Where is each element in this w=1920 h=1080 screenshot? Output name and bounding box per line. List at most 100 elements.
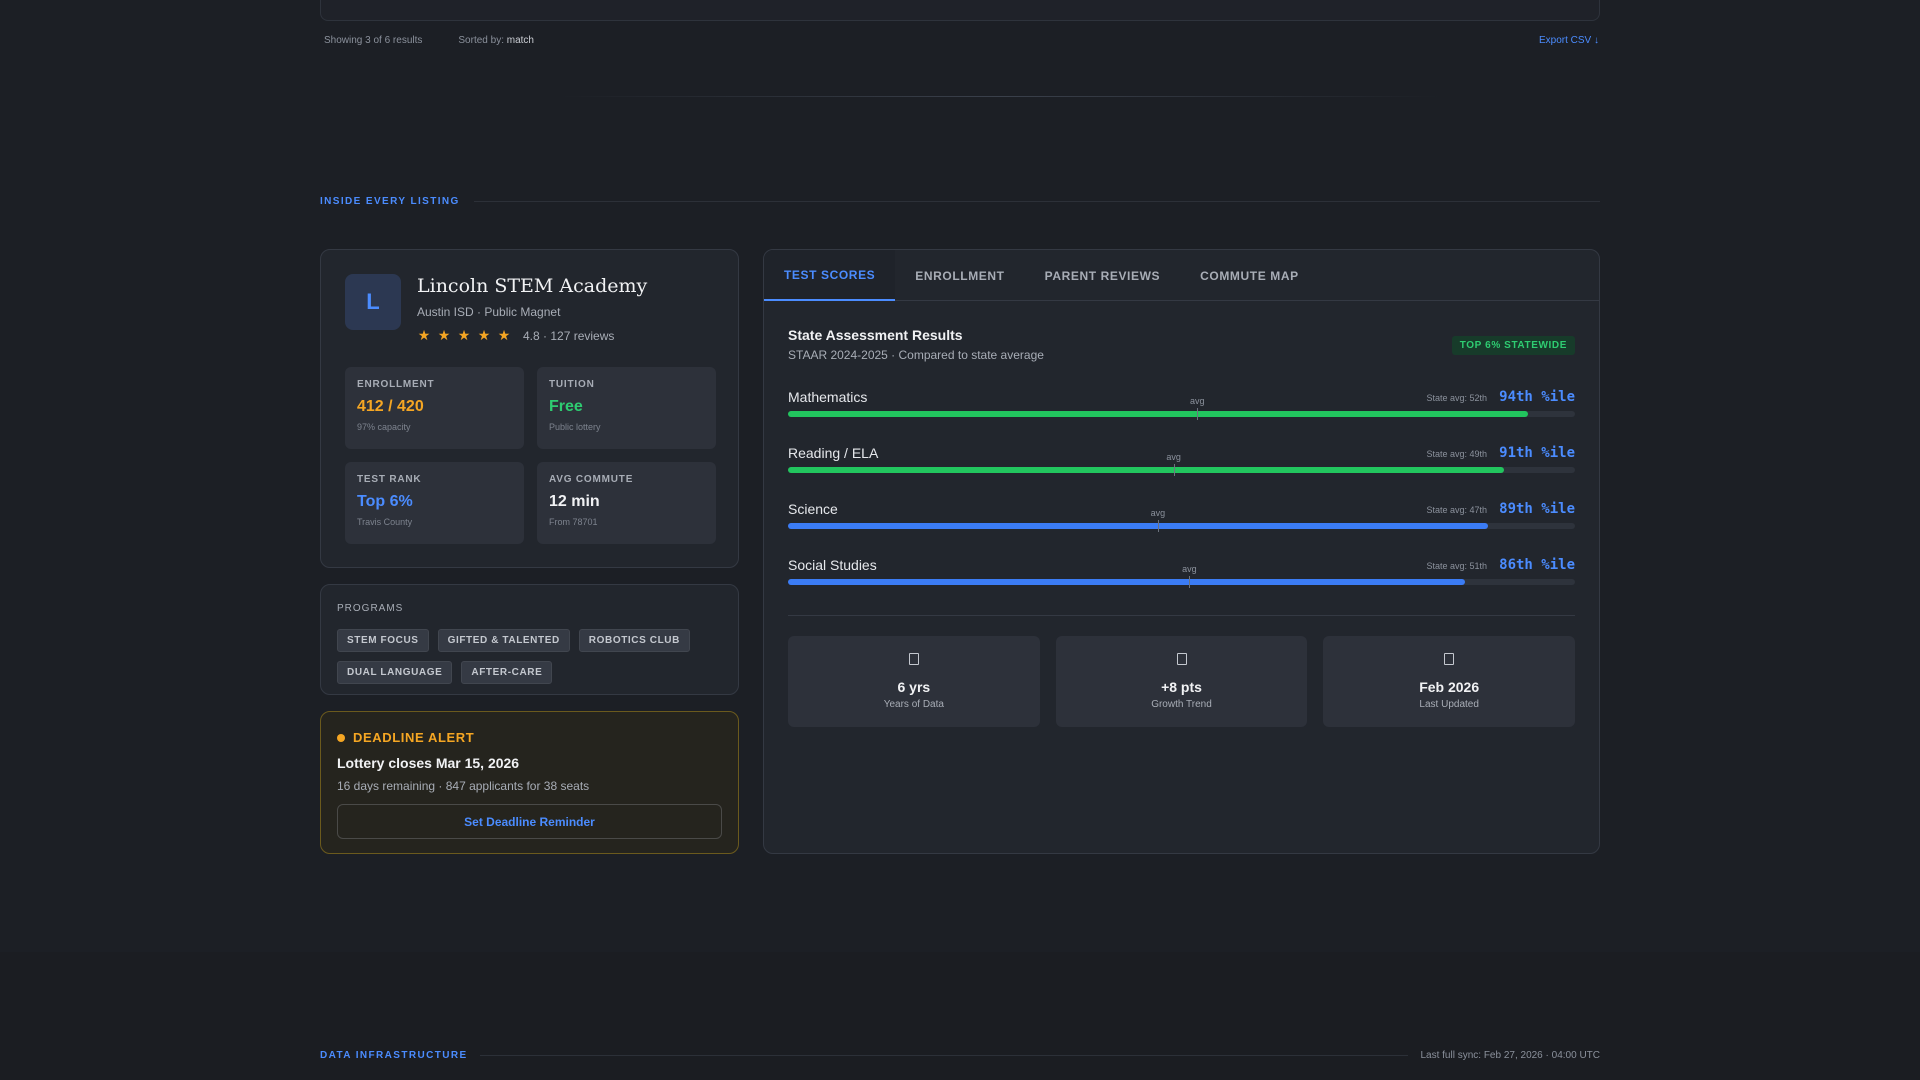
avg-marker <box>1157 520 1159 532</box>
summary-label: Growth Trend <box>1151 699 1212 710</box>
tab-commute-map[interactable]: COMMUTE MAP <box>1180 250 1319 301</box>
stat-test-rank: TEST RANK Top 6% Travis County <box>345 462 524 544</box>
subject-name: Science <box>788 501 838 517</box>
deadline-header: DEADLINE ALERT <box>337 730 474 745</box>
school-card: L Lincoln STEM Academy Austin ISD · Publ… <box>320 249 739 568</box>
set-deadline-reminder-button[interactable]: Set Deadline Reminder <box>337 804 722 839</box>
percentile-value: 91th %ile <box>1499 445 1575 461</box>
stat-value: 12 min <box>549 493 600 510</box>
program-chip: ROBOTICS CLUB <box>578 629 690 652</box>
state-avg-label: State avg: 49th <box>1426 449 1487 459</box>
state-avg-label: State avg: 52th <box>1426 393 1487 403</box>
school-subtitle: Austin ISD · Public Magnet <box>417 305 561 319</box>
stat-grid: ENROLLMENT 412 / 420 97% capacity TUITIO… <box>345 367 716 544</box>
star-icon: ★ <box>477 327 491 343</box>
percentile-value: 86th %ile <box>1499 557 1575 573</box>
section-rule <box>474 201 1600 202</box>
progress-track: avg <box>788 508 1575 532</box>
avg-marker <box>1173 464 1175 476</box>
avg-marker <box>1197 408 1199 420</box>
summary-value: +8 pts <box>1161 679 1202 695</box>
summary-card-years: 6 yrs Years of Data <box>788 636 1040 727</box>
stat-enrollment: ENROLLMENT 412 / 420 97% capacity <box>345 367 524 449</box>
sort-indicator[interactable]: Sorted by: match <box>458 35 534 46</box>
progress-track: avg <box>788 564 1575 588</box>
sort-prefix: Sorted by: <box>458 35 504 46</box>
school-name: Lincoln STEM Academy <box>417 275 648 297</box>
test-scores-panel: TEST SCORES ENROLLMENT PARENT REVIEWS CO… <box>763 249 1600 854</box>
deadline-title: DEADLINE ALERT <box>353 730 475 745</box>
results-card-bottom <box>320 0 1600 21</box>
program-chip: AFTER-CARE <box>461 661 553 684</box>
deadline-alert-card: DEADLINE ALERT Lottery closes Mar 15, 20… <box>320 711 739 854</box>
progress-track: avg <box>788 452 1575 476</box>
stat-label: AVG COMMUTE <box>549 474 634 485</box>
alert-dot-icon <box>337 733 345 742</box>
last-sync-text: Last full sync: Feb 27, 2026 · 04:00 UTC <box>1420 1050 1600 1061</box>
programs-title: PROGRAMS <box>337 603 404 614</box>
subject-row: Reading / ELA State avg: 49th 91th %ile … <box>788 445 1575 485</box>
avg-label: avg <box>1166 452 1181 462</box>
tab-bar: TEST SCORES ENROLLMENT PARENT REVIEWS CO… <box>764 250 1599 301</box>
summary-label: Last Updated <box>1419 699 1479 710</box>
subject-name: Social Studies <box>788 557 877 573</box>
deadline-sub: 16 days remaining · 847 applicants for 3… <box>337 779 590 793</box>
subject-row: Mathematics State avg: 52th 94th %ile av… <box>788 389 1575 429</box>
bottom-section <box>0 952 1920 1080</box>
assessment-subtitle: STAAR 2024-2025 · Compared to state aver… <box>788 348 1044 362</box>
rating-row: ★ ★ ★ ★ ★ 4.8 · 127 reviews <box>417 327 615 344</box>
percentile-value: 89th %ile <box>1499 501 1575 517</box>
program-chips: STEM FOCUS GIFTED & TALENTED ROBOTICS CL… <box>337 629 717 684</box>
star-icon: ★ <box>497 327 511 343</box>
stat-note: From 78701 <box>549 517 598 527</box>
stat-label: TUITION <box>549 379 595 390</box>
progress-fill <box>788 523 1489 529</box>
export-csv-link[interactable]: Export CSV ↓ <box>1539 35 1599 46</box>
star-icon: ★ <box>437 327 451 343</box>
tab-parent-reviews[interactable]: PARENT REVIEWS <box>1025 250 1181 301</box>
document-icon <box>908 653 919 665</box>
stat-label: ENROLLMENT <box>357 379 435 390</box>
results-count: Showing 3 of 6 results <box>324 35 423 46</box>
star-rating: ★ ★ ★ ★ ★ <box>417 327 511 344</box>
stat-note: Travis County <box>357 517 413 527</box>
stat-tuition: TUITION Free Public lottery <box>537 367 716 449</box>
tab-enrollment[interactable]: ENROLLMENT <box>895 250 1024 301</box>
subject-name: Reading / ELA <box>788 445 879 461</box>
stat-value: Top 6% <box>357 493 413 510</box>
stat-note: Public lottery <box>549 422 601 432</box>
summary-card-updated: Feb 2026 Last Updated <box>1323 636 1576 727</box>
state-avg-label: State avg: 51th <box>1426 561 1487 571</box>
rating-text: 4.8 · 127 reviews <box>523 328 615 343</box>
avg-marker <box>1189 576 1191 588</box>
status-badge: TOP 6% STATEWIDE <box>1451 336 1575 355</box>
stat-label: TEST RANK <box>357 474 422 485</box>
summary-value: 6 yrs <box>897 679 931 695</box>
progress-fill <box>788 467 1505 473</box>
stat-note: 97% capacity <box>357 422 411 432</box>
summary-value: Feb 2026 <box>1419 679 1480 695</box>
results-meta: Showing 3 of 6 results Sorted by: match <box>324 35 534 46</box>
avg-label: avg <box>1189 396 1205 406</box>
progress-track: avg <box>788 396 1575 420</box>
subject-row: Social Studies State avg: 51th 86th %ile… <box>788 557 1575 597</box>
program-chip: DUAL LANGUAGE <box>337 661 453 684</box>
divider <box>788 615 1575 616</box>
stat-avg-commute: AVG COMMUTE 12 min From 78701 <box>537 462 716 544</box>
tab-test-scores[interactable]: TEST SCORES <box>764 250 896 301</box>
divider-glow <box>560 96 1440 97</box>
percentile-value: 94th %ile <box>1499 389 1575 405</box>
star-icon: ★ <box>417 327 431 343</box>
document-icon <box>1176 653 1187 665</box>
progress-fill <box>788 411 1528 417</box>
stat-value: 412 / 420 <box>357 398 424 415</box>
summary-card-growth: +8 pts Growth Trend <box>1055 636 1308 727</box>
deadline-main: Lottery closes Mar 15, 2026 <box>337 755 520 771</box>
progress-fill <box>788 579 1465 585</box>
school-logo: L <box>345 274 401 330</box>
program-chip: STEM FOCUS <box>337 629 429 652</box>
subject-name: Mathematics <box>788 389 868 405</box>
subject-row: Science State avg: 47th 89th %ile avg <box>788 501 1575 541</box>
state-avg-label: State avg: 47th <box>1426 505 1487 515</box>
program-chip: GIFTED & TALENTED <box>437 629 570 652</box>
